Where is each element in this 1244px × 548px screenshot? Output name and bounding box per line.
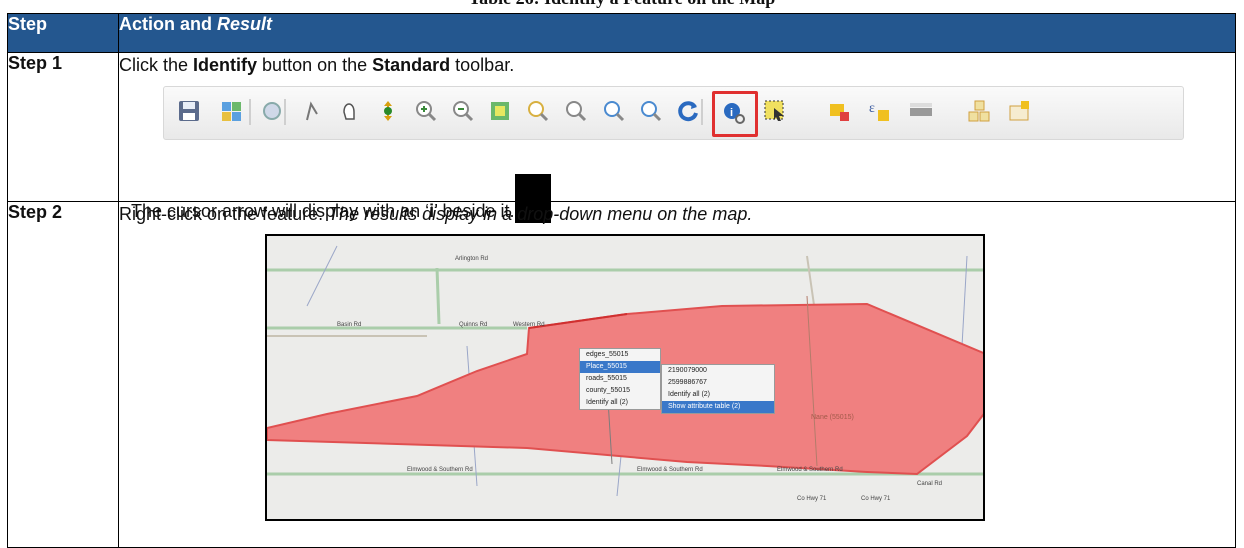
add-feature-icon[interactable]: [964, 96, 994, 126]
road-label: Quinns Rd: [459, 322, 488, 328]
toolbar-separator: [284, 99, 286, 125]
svg-text:i: i: [730, 107, 733, 119]
pan-to-icon[interactable]: [257, 96, 287, 126]
zoom-full-icon[interactable]: [485, 96, 515, 126]
menu-item[interactable]: 2599886767: [662, 377, 774, 389]
save-icon[interactable]: [174, 96, 204, 126]
pan-selection-icon[interactable]: [373, 96, 403, 126]
step2-instruction: Right-click on the feature. The results …: [119, 202, 1235, 226]
step1-text-b: button on the: [257, 55, 373, 75]
deselect-icon[interactable]: [824, 96, 854, 126]
standard-bold: Standard: [372, 55, 451, 75]
header-action: Action and Result: [118, 13, 1236, 53]
standard-toolbar: iε: [163, 86, 1184, 140]
step1-text-a: Click the: [119, 55, 194, 75]
feature-label: Nane (55015): [811, 414, 854, 421]
menu-item[interactable]: Show attribute table (2): [662, 401, 774, 413]
annotation-icon[interactable]: [1005, 96, 1035, 126]
zoom-selection-icon[interactable]: [561, 96, 591, 126]
menu-item[interactable]: roads_55015: [580, 373, 660, 385]
table-row: Step 2 Right-click on the feature. The r…: [7, 201, 1236, 548]
road-label: Arlington Rd: [455, 256, 489, 262]
zoom-last-icon[interactable]: [599, 96, 629, 126]
svg-text:ε: ε: [869, 101, 875, 116]
zoom-layer-icon[interactable]: [523, 96, 553, 126]
step2-text-italic: The results display in a drop-down menu …: [328, 204, 753, 224]
road-label: Western Rd: [513, 322, 545, 328]
toolbar-separator: [249, 99, 251, 125]
menu-item[interactable]: Identify all (2): [662, 389, 774, 401]
road-label: Canal Rd: [917, 481, 943, 487]
identify-icon[interactable]: i: [712, 91, 758, 137]
header-action-plain: Action and: [119, 14, 217, 34]
touch-icon[interactable]: [297, 96, 327, 126]
identify-bold: Identify: [193, 55, 258, 75]
road-label: Co Hwy 71: [861, 496, 891, 502]
pan-icon[interactable]: [335, 96, 365, 126]
steps-table: Step Action and Result Step 1 Click the …: [7, 13, 1236, 548]
step-label: Step 1: [7, 52, 119, 202]
road-label: Co Hwy 71: [797, 496, 827, 502]
table-caption: Table 26: Identify a Feature on the Map: [0, 0, 1244, 9]
refresh-icon[interactable]: [673, 96, 703, 126]
zoom-in-icon[interactable]: [411, 96, 441, 126]
header-result-italic: Result: [217, 14, 273, 34]
open-icon[interactable]: [217, 96, 247, 126]
step2-text-plain: Right-click on the feature.: [119, 204, 329, 224]
action-cell: Click the Identify button on the Standar…: [118, 52, 1236, 223]
select-icon[interactable]: [760, 96, 790, 126]
context-menu-1: edges_55015 Place_55015 roads_55015 county_…: [579, 348, 661, 410]
expression-icon[interactable]: ε: [864, 96, 894, 126]
cursor-note: The cursor arrow will display with an ‘i…: [131, 174, 551, 223]
menu-item[interactable]: Place_55015: [580, 361, 660, 373]
context-menu-2: 2190079000 2599886767 Identify all (2) Show…: [661, 364, 775, 414]
road-label: Basin Rd: [337, 322, 362, 328]
road-label: Elmwood & Southern Rd: [777, 467, 843, 473]
road-label: Elmwood & Southern Rd: [637, 467, 703, 473]
step-label: Step 2: [7, 201, 119, 548]
toolbar-separator: [701, 99, 703, 125]
zoom-out-icon[interactable]: [448, 96, 478, 126]
menu-item[interactable]: 2190079000: [662, 365, 774, 377]
menu-item[interactable]: edges_55015: [580, 349, 660, 361]
header-step: Step: [7, 13, 119, 53]
map-screenshot: Arlington Rd Basin Rd Quinns Rd Western …: [265, 234, 985, 521]
zoom-next-icon[interactable]: [636, 96, 666, 126]
action-cell: Right-click on the feature. The results …: [118, 201, 1236, 548]
road-label: Elmwood & Southern Rd: [407, 467, 473, 473]
menu-item[interactable]: county_55015: [580, 385, 660, 397]
table-header-row: Step Action and Result: [7, 13, 1236, 53]
step1-instruction: Click the Identify button on the Standar…: [119, 53, 1235, 77]
step1-text-c: toolbar.: [450, 55, 515, 75]
measure-icon[interactable]: [906, 96, 936, 126]
menu-item[interactable]: Identify all (2): [580, 397, 660, 409]
table-row: Step 1 Click the Identify button on the …: [7, 52, 1236, 223]
